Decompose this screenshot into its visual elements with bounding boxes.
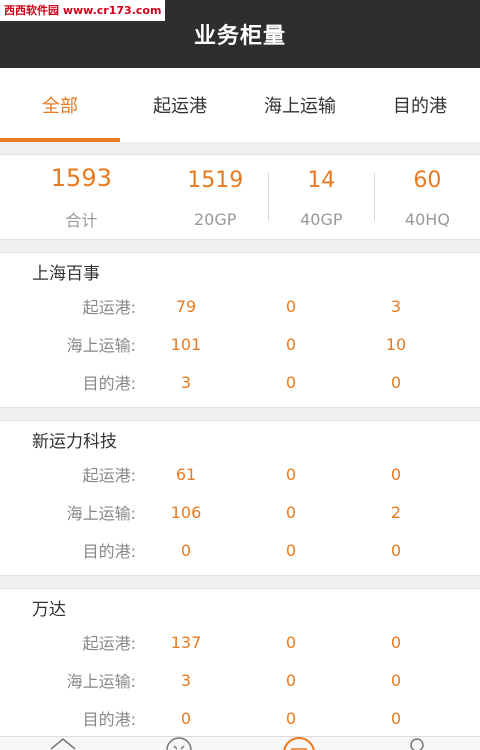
summary-total-value: 1593 — [50, 164, 112, 192]
value-40hq: 0 — [390, 464, 402, 484]
summary-40gp-value: 14 — [307, 167, 336, 193]
tab-all[interactable]: 全部 — [0, 68, 120, 142]
value-40gp: 0 — [285, 464, 297, 484]
bottom-nav — [0, 736, 480, 750]
value-20gp: 0 — [180, 708, 192, 728]
tab-bar: 全部 起运港 海上运输 目的港 — [0, 68, 480, 142]
watermark: 西西软件园 www.cr173.com — [0, 0, 166, 21]
row-label: 目的港: — [82, 374, 136, 393]
page-title: 业务柜量 — [193, 24, 286, 49]
value-40gp: 0 — [285, 708, 297, 728]
company-card[interactable]: 新运力科技 起运港: 61 0 0 海上运输: 106 0 2 目的港: 0 0… — [0, 420, 480, 576]
table-row: 海上运输: 3 0 0 — [0, 661, 480, 699]
value-20gp: 3 — [180, 372, 192, 392]
table-row: 起运港: 137 0 0 — [0, 623, 480, 661]
summary-total-label: 合计 — [65, 211, 98, 230]
center-circle-icon[interactable] — [281, 736, 317, 750]
value-40gp: 0 — [285, 296, 297, 316]
table-row: 海上运输: 101 0 10 — [0, 325, 480, 363]
summary-panel: 1593 合计 1519 20GP 14 40GP 60 40HQ — [0, 154, 480, 240]
summary-40gp-label: 40GP — [300, 209, 343, 229]
value-20gp: 3 — [180, 670, 192, 690]
value-40gp: 0 — [285, 632, 297, 652]
value-20gp: 61 — [175, 464, 197, 484]
summary-total: 1593 合计 — [0, 155, 163, 239]
home-icon[interactable] — [48, 736, 78, 750]
value-20gp: 137 — [170, 632, 202, 652]
value-40hq: 0 — [390, 632, 402, 652]
table-row: 起运港: 61 0 0 — [0, 455, 480, 493]
value-40hq: 3 — [390, 296, 402, 316]
value-40hq: 0 — [390, 670, 402, 690]
tab-destination-port[interactable]: 目的港 — [360, 68, 480, 142]
row-label: 目的港: — [82, 542, 136, 561]
summary-20gp-value: 1519 — [187, 167, 244, 193]
row-label: 海上运输: — [66, 504, 136, 523]
summary-40hq-label: 40HQ — [404, 209, 450, 229]
smile-icon[interactable] — [164, 736, 194, 750]
table-row: 起运港: 79 0 3 — [0, 287, 480, 325]
row-label: 起运港: — [82, 634, 136, 653]
table-row: 海上运输: 106 0 2 — [0, 493, 480, 531]
value-40hq: 0 — [390, 372, 402, 392]
value-40hq: 2 — [390, 502, 402, 522]
summary-40gp: 14 40GP — [269, 155, 374, 239]
value-40hq: 0 — [390, 708, 402, 728]
company-card[interactable]: 上海百事 起运港: 79 0 3 海上运输: 101 0 10 目的港: 3 0… — [0, 252, 480, 408]
value-20gp: 101 — [170, 334, 202, 354]
company-card[interactable]: 万达 起运港: 137 0 0 海上运输: 3 0 0 目的港: 0 0 0 — [0, 588, 480, 744]
value-20gp: 0 — [180, 540, 192, 560]
company-name: 上海百事 — [32, 264, 100, 284]
company-name: 新运力科技 — [32, 432, 117, 452]
value-20gp: 79 — [175, 296, 197, 316]
user-icon[interactable] — [404, 736, 430, 750]
table-row: 目的港: 0 0 0 — [0, 699, 480, 737]
value-40hq: 0 — [390, 540, 402, 560]
value-40gp: 0 — [285, 334, 297, 354]
value-20gp: 106 — [170, 502, 202, 522]
summary-20gp-label: 20GP — [194, 209, 237, 229]
tab-origin-port[interactable]: 起运港 — [120, 68, 240, 142]
value-40hq: 10 — [385, 334, 407, 354]
summary-40hq-value: 60 — [413, 167, 442, 193]
summary-40hq: 60 40HQ — [375, 155, 480, 239]
row-label: 起运港: — [82, 466, 136, 485]
value-40gp: 0 — [285, 540, 297, 560]
table-row: 目的港: 3 0 0 — [0, 363, 480, 401]
value-40gp: 0 — [285, 372, 297, 392]
row-label: 目的港: — [82, 710, 136, 729]
value-40gp: 0 — [285, 502, 297, 522]
tab-sea-transport[interactable]: 海上运输 — [240, 68, 360, 142]
row-label: 海上运输: — [66, 336, 136, 355]
value-40gp: 0 — [285, 670, 297, 690]
summary-20gp: 1519 20GP — [163, 155, 268, 239]
row-label: 起运港: — [82, 298, 136, 317]
table-row: 目的港: 0 0 0 — [0, 531, 480, 569]
company-name: 万达 — [32, 600, 66, 620]
row-label: 海上运输: — [66, 672, 136, 691]
